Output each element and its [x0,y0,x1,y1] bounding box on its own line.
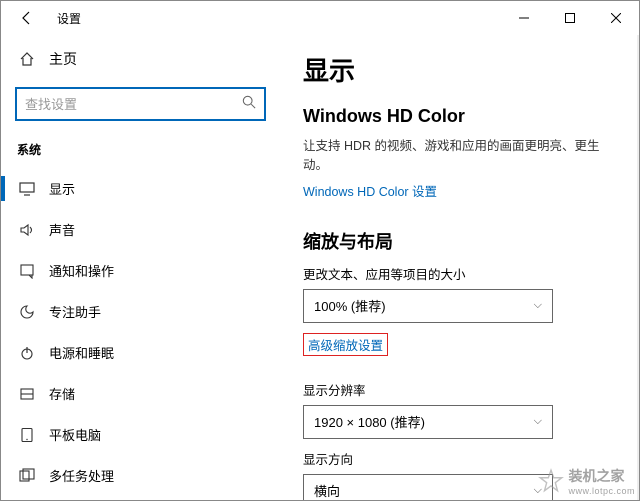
text-size-select[interactable]: 100% (推荐) ⌵ [303,289,553,323]
chevron-down-icon: ⌵ [534,415,542,428]
search-icon [242,95,256,114]
orientation-value: 横向 [314,481,340,500]
maximize-button[interactable] [547,1,593,35]
sidebar-item-power[interactable]: 电源和睡眠 [1,332,280,373]
sidebar-item-notifications[interactable]: 通知和操作 [1,250,280,291]
resolution-value: 1920 × 1080 (推荐) [314,412,425,431]
advanced-scaling-link[interactable]: 高级缩放设置 [303,333,388,356]
notification-icon [19,263,35,279]
multitask-icon [19,468,35,484]
orientation-label: 显示方向 [303,449,617,468]
resolution-select[interactable]: 1920 × 1080 (推荐) ⌵ [303,405,553,439]
home-link[interactable]: 主页 [1,39,280,79]
sidebar-item-label: 存储 [49,384,75,403]
chevron-down-icon: ⌵ [534,299,542,312]
sidebar-item-focus[interactable]: 专注助手 [1,291,280,332]
sidebar-item-tablet[interactable]: 平板电脑 [1,414,280,455]
hdcolor-settings-link[interactable]: Windows HD Color 设置 [303,181,437,200]
sidebar-item-multitask[interactable]: 多任务处理 [1,455,280,496]
resolution-label: 显示分辨率 [303,380,617,399]
sound-icon [19,222,35,238]
section-heading: 系统 [1,135,280,168]
search-input[interactable] [25,97,242,112]
watermark: 装机之家 www.lotpc.com [538,466,635,496]
focus-icon [19,304,35,320]
sidebar: 主页 系统 显示 声音 通知和操作 专注助手 [1,35,281,500]
page-title: 显示 [303,51,617,88]
sidebar-item-label: 平板电脑 [49,425,101,444]
scale-heading: 缩放与布局 [303,228,617,254]
orientation-select[interactable]: 横向 ⌵ [303,474,553,501]
main-panel: 显示 Windows HD Color 让支持 HDR 的视频、游戏和应用的画面… [281,35,639,500]
text-size-value: 100% (推荐) [314,296,386,315]
sidebar-item-display[interactable]: 显示 [1,168,280,209]
watermark-brand: 装机之家 [568,466,635,486]
close-button[interactable] [593,1,639,35]
home-icon [19,51,35,67]
sidebar-item-label: 声音 [49,220,75,239]
sidebar-item-label: 专注助手 [49,302,101,321]
back-button[interactable] [9,1,45,35]
sidebar-item-label: 通知和操作 [49,261,114,280]
sidebar-item-storage[interactable]: 存储 [1,373,280,414]
text-size-label: 更改文本、应用等项目的大小 [303,264,617,283]
search-box[interactable] [15,87,266,121]
power-icon [19,345,35,361]
hdcolor-heading: Windows HD Color [303,106,617,127]
watermark-url: www.lotpc.com [568,486,635,496]
home-label: 主页 [49,49,77,69]
minimize-button[interactable] [501,1,547,35]
hdcolor-desc: 让支持 HDR 的视频、游戏和应用的画面更明亮、更生动。 [303,137,617,175]
storage-icon [19,386,35,402]
tablet-icon [19,427,35,443]
display-icon [19,181,35,197]
star-icon [538,468,564,494]
sidebar-item-label: 显示 [49,179,75,198]
sidebar-item-label: 多任务处理 [49,466,114,485]
sidebar-item-sound[interactable]: 声音 [1,209,280,250]
scrollbar[interactable] [637,35,639,500]
sidebar-item-label: 电源和睡眠 [49,343,114,362]
titlebar: 设置 [1,1,639,35]
window-title: 设置 [57,10,81,27]
